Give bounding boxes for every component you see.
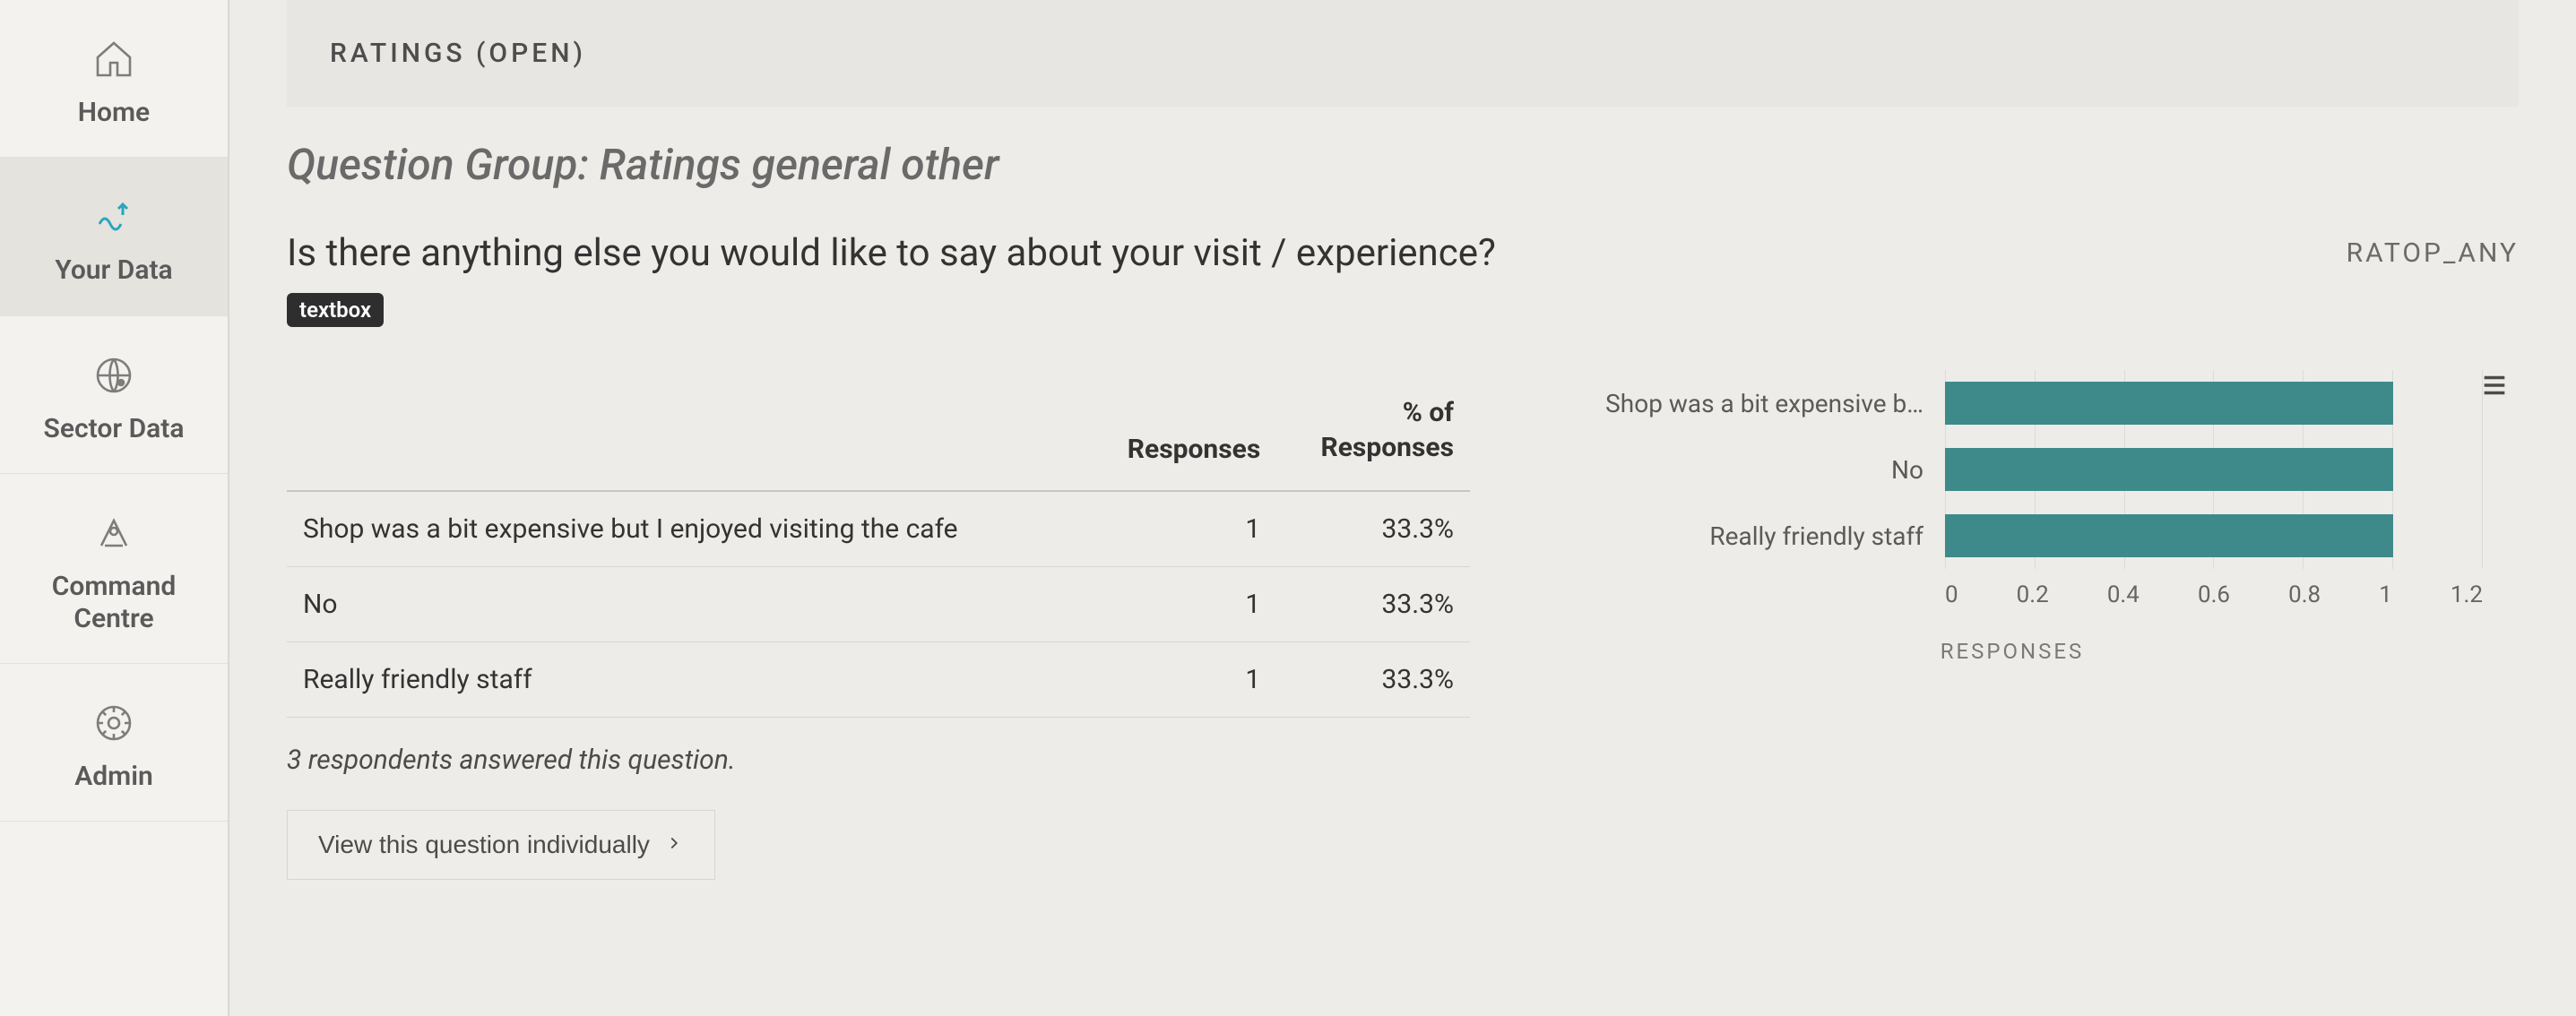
chart-bar-track <box>1945 514 2483 557</box>
question-code: RATOP_ANY <box>2347 237 2519 269</box>
col-header-pct: % of Responses <box>1276 370 1470 491</box>
cell-responses: 1 <box>1084 642 1277 718</box>
responses-table-wrap: Responses % of Responses Shop was a bit … <box>287 370 1470 880</box>
chart-bar-row: No <box>1542 436 2483 503</box>
command-centre-icon <box>89 508 139 558</box>
table-row: Shop was a bit expensive but I enjoyed v… <box>287 491 1470 567</box>
cell-text: Shop was a bit expensive but I enjoyed v… <box>287 491 1084 567</box>
sidebar: Home Your Data Sector Data Command Centr… <box>0 0 229 1016</box>
question-text: Is there anything else you would like to… <box>287 231 1496 275</box>
question-type-badge: textbox <box>287 293 384 327</box>
chart-tick: 1 <box>2379 581 2392 608</box>
sidebar-item-home[interactable]: Home <box>0 0 228 158</box>
view-question-button-label: View this question individually <box>318 831 650 859</box>
table-row: Really friendly staff 1 33.3% <box>287 642 1470 718</box>
sidebar-item-label: Home <box>78 97 150 128</box>
hbar-chart: Shop was a bit expensive b… No Really frie… <box>1542 370 2483 664</box>
sidebar-item-command-centre[interactable]: Command Centre <box>0 474 228 664</box>
table-header-row: Responses % of Responses <box>287 370 1470 491</box>
sidebar-item-label: Admin <box>74 761 153 792</box>
chart-tick: 0.4 <box>2107 581 2139 608</box>
question-group-title: Question Group: Ratings general other <box>287 139 2519 190</box>
cell-text: Really friendly staff <box>287 642 1084 718</box>
question-row: Is there anything else you would like to… <box>287 231 2519 275</box>
responses-table: Responses % of Responses Shop was a bit … <box>287 370 1470 718</box>
chart-bar-row: Shop was a bit expensive b… <box>1542 370 2483 436</box>
cell-pct: 33.3% <box>1276 567 1470 642</box>
chart-tick: 0 <box>1945 581 1958 608</box>
cell-pct: 33.3% <box>1276 491 1470 567</box>
chart-x-axis: 0 0.2 0.4 0.6 0.8 1 1.2 <box>1542 581 2483 608</box>
your-data-icon <box>89 192 139 242</box>
col-header-text <box>287 370 1084 491</box>
chart-tick: 0.2 <box>2017 581 2049 608</box>
chart-bar-fill <box>1945 448 2393 491</box>
responses-chart: Shop was a bit expensive b… No Really frie… <box>1542 370 2519 664</box>
home-icon <box>89 34 139 84</box>
chart-tick: 0.6 <box>2198 581 2230 608</box>
cell-responses: 1 <box>1084 491 1277 567</box>
col-header-responses: Responses <box>1084 370 1277 491</box>
cell-pct: 33.3% <box>1276 642 1470 718</box>
sidebar-item-sector-data[interactable]: Sector Data <box>0 316 228 474</box>
chart-bar-label: Really friendly staff <box>1542 521 1945 551</box>
sector-data-icon <box>89 350 139 400</box>
chart-bar-fill <box>1945 382 2393 425</box>
cell-text: No <box>287 567 1084 642</box>
sidebar-item-label: Command Centre <box>9 571 219 634</box>
chart-tick: 1.2 <box>2451 581 2483 608</box>
plot-area: Shop was a bit expensive b… No Really frie… <box>1542 370 2483 569</box>
chart-tick: 0.8 <box>2288 581 2321 608</box>
main-content: RATINGS (OPEN) Question Group: Ratings g… <box>229 0 2576 1016</box>
chart-bar-track <box>1945 382 2483 425</box>
chart-x-axis-title: RESPONSES <box>1542 639 2483 664</box>
chevron-right-icon <box>664 831 684 859</box>
sidebar-item-admin[interactable]: Admin <box>0 664 228 822</box>
section-header: RATINGS (OPEN) <box>287 0 2519 107</box>
chart-bar-track <box>1945 448 2483 491</box>
chart-bar-row: Really friendly staff <box>1542 503 2483 569</box>
admin-icon <box>89 698 139 748</box>
sidebar-item-label: Sector Data <box>44 413 185 444</box>
sidebar-item-label: Your Data <box>55 254 172 286</box>
chart-bar-fill <box>1945 514 2393 557</box>
section-header-title: RATINGS (OPEN) <box>330 38 586 69</box>
table-row: No 1 33.3% <box>287 567 1470 642</box>
chart-menu-button[interactable] <box>2479 370 2510 404</box>
respondent-note: 3 respondents answered this question. <box>287 745 1470 776</box>
cell-responses: 1 <box>1084 567 1277 642</box>
view-question-button[interactable]: View this question individually <box>287 810 715 880</box>
chart-bar-label: No <box>1542 455 1945 485</box>
sidebar-item-your-data[interactable]: Your Data <box>0 158 228 315</box>
chart-bar-label: Shop was a bit expensive b… <box>1542 389 1945 418</box>
